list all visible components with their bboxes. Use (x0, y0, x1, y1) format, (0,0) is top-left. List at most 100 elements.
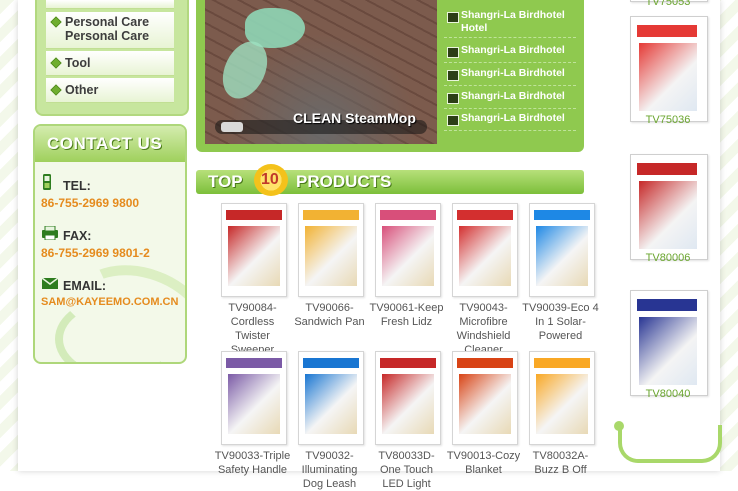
banner-number: 10 (261, 171, 279, 188)
product-image-body (536, 374, 588, 434)
product-image[interactable] (529, 351, 595, 445)
product-image-body (382, 374, 434, 434)
top-10-products-banner: TOP 10 PRODUCTS (196, 164, 584, 196)
product-name-link[interactable]: TV90013-Cozy Blanket (445, 449, 522, 477)
product-image-band (303, 358, 359, 368)
category-label: Other (65, 83, 99, 97)
film-icon (447, 115, 459, 126)
featured-product-name[interactable]: TV75053 (612, 0, 724, 8)
banner-number-badge: 10 (254, 164, 288, 196)
product-image-band (534, 358, 590, 368)
product-image[interactable] (221, 203, 287, 297)
featured-product-image-band (637, 299, 697, 311)
video-section: CLEAN SteamMop Shangri-La Birdhotel Hote… (196, 0, 584, 152)
featured-product-image[interactable] (630, 16, 708, 122)
email-value[interactable]: SAM@KAYEEMO.COM.CN (41, 296, 178, 308)
featured-product-image-band (637, 163, 697, 175)
fax-icon (42, 226, 58, 240)
product-card[interactable]: TV90061-Keep Fresh Lidz (368, 203, 445, 343)
product-image-body (536, 226, 588, 286)
product-image[interactable] (375, 203, 441, 297)
hotel-link[interactable]: Shangri-La Birdhotel (461, 67, 573, 80)
product-name-link[interactable]: TV80033D-One Touch LED Light (368, 449, 445, 491)
featured-product-image[interactable] (630, 290, 708, 396)
product-name-link[interactable]: TV90084-Cordless Twister Sweeper (214, 301, 291, 357)
product-image-body (459, 374, 511, 434)
product-card[interactable]: TV80033D-One Touch LED Light (368, 351, 445, 491)
hotel-item[interactable]: Shangri-La Birdhotel (444, 112, 576, 131)
product-image-body (305, 374, 357, 434)
product-name-link[interactable]: TV90066-Sandwich Pan (291, 301, 368, 329)
mail-icon (42, 278, 58, 289)
hotel-item[interactable]: Shangri-La Birdhotel (444, 67, 576, 86)
hotel-item[interactable]: Shangri-La Birdhotel (444, 44, 576, 63)
hotel-link[interactable]: Shangri-La Birdhotel (461, 44, 573, 57)
tel-value: 86-755-2969 9800 (41, 196, 140, 210)
product-card[interactable]: TV90084-Cordless Twister Sweeper (214, 203, 291, 356)
featured-product-image-band (637, 25, 697, 37)
email-label: EMAIL: (63, 279, 107, 293)
product-name-link[interactable]: TV90061-Keep Fresh Lidz (368, 301, 445, 329)
product-image[interactable] (298, 203, 364, 297)
hotel-item[interactable]: Shangri-La Birdhotel (444, 90, 576, 109)
product-image[interactable] (221, 351, 287, 445)
product-image[interactable] (452, 203, 518, 297)
featured-product-name[interactable]: TV80040 (612, 388, 724, 400)
video-brand-text: CLEAN SteamMop (293, 110, 416, 126)
category-label: Personal Care (65, 29, 150, 43)
product-image-body (459, 226, 511, 286)
product-image[interactable] (298, 351, 364, 445)
cube-icon (50, 84, 62, 96)
featured-product-image-body (639, 181, 697, 249)
product-card[interactable]: TV90032-Illuminating Dog Leash (291, 351, 368, 491)
product-card[interactable]: TV90013-Cozy Blanket (445, 351, 522, 491)
cube-icon (50, 57, 62, 69)
product-image[interactable] (529, 203, 595, 297)
hotel-link[interactable]: Shangri-La Birdhotel Hotel (461, 9, 573, 35)
product-image-body (228, 374, 280, 434)
featured-product-name[interactable]: TV80006 (612, 252, 724, 264)
product-image-body (382, 226, 434, 286)
product-name-link[interactable]: TV80032A-Buzz B Off (522, 449, 599, 477)
category-item-personal-care-2[interactable]: Personal Care Personal Care (46, 12, 174, 49)
product-name-link[interactable]: TV90032-Illuminating Dog Leash (291, 449, 368, 491)
product-image[interactable] (452, 351, 518, 445)
hotel-link[interactable]: Shangri-La Birdhotel (461, 90, 573, 103)
product-card[interactable]: TV80032A-Buzz B Off (522, 351, 599, 491)
product-image-band (226, 358, 282, 368)
page-container: Personal Care Personal Care Tool Other C… (18, 0, 722, 490)
product-card[interactable]: TV90033-Triple Safety Handle (214, 351, 291, 491)
hotel-item[interactable]: Shangri-La Birdhotel Hotel (444, 9, 576, 38)
banner-text-products: PRODUCTS (296, 172, 392, 191)
product-card[interactable]: TV90043-Microfibre Windshield Cleaner (445, 203, 522, 356)
product-card[interactable]: TV90039-Eco 4 In 1 Solar-Powered (522, 203, 599, 343)
film-icon (447, 47, 459, 58)
product-image-band (534, 210, 590, 220)
product-name-link[interactable]: TV90033-Triple Safety Handle (214, 449, 291, 477)
phone-icon (43, 174, 51, 190)
product-name-link[interactable]: TV90039-Eco 4 In 1 Solar-Powered (522, 301, 599, 343)
category-item-other[interactable]: Other (46, 78, 174, 103)
cube-icon (50, 16, 62, 28)
category-item-tool[interactable]: Tool (46, 51, 174, 76)
contact-panel: CONTACT US TEL: 86-755-2969 9800 FAX: 86… (33, 124, 187, 364)
featured-product-name[interactable]: TV75036 (612, 114, 724, 126)
product-image-band (226, 210, 282, 220)
film-icon (447, 93, 459, 104)
category-item-personal-care[interactable] (46, 0, 174, 9)
contact-header: CONTACT US (35, 126, 185, 162)
product-name-link[interactable]: TV90043-Microfibre Windshield Cleaner (445, 301, 522, 357)
category-label: Tool (65, 56, 91, 70)
play-button[interactable] (221, 122, 243, 132)
video-player[interactable]: CLEAN SteamMop (205, 0, 437, 144)
product-image[interactable] (375, 351, 441, 445)
contact-title: CONTACT US (47, 134, 163, 153)
product-card[interactable]: TV90066-Sandwich Pan (291, 203, 368, 343)
banner-text-top: TOP (208, 172, 243, 191)
product-image-body (228, 226, 280, 286)
featured-product-image[interactable] (630, 154, 708, 260)
category-label: Personal Care (65, 15, 150, 29)
product-image-body (305, 226, 357, 286)
film-icon (447, 70, 459, 81)
hotel-link[interactable]: Shangri-La Birdhotel (461, 112, 573, 125)
